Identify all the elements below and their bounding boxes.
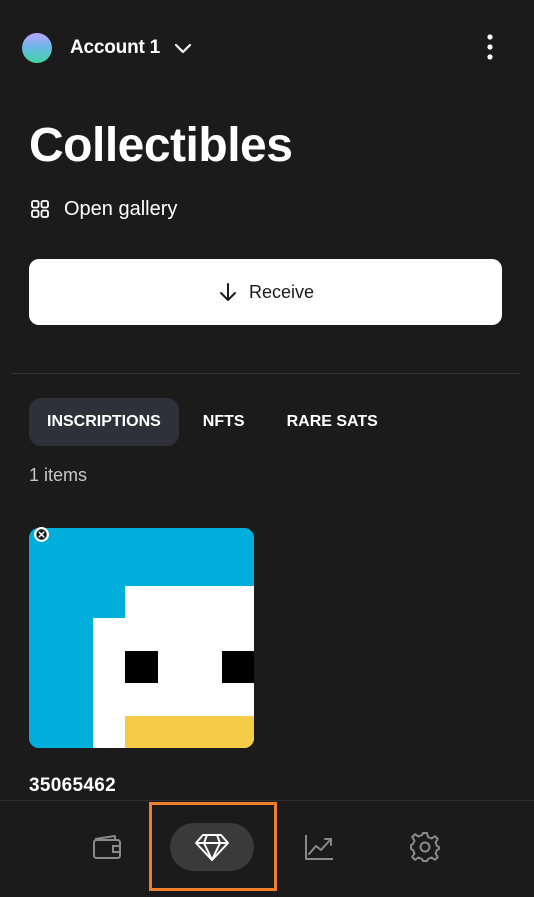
nav-wallet[interactable]: [82, 821, 132, 873]
receive-label: Receive: [248, 281, 315, 302]
nav-stacking[interactable]: [294, 821, 344, 873]
account-selector[interactable]: Account 1: [70, 33, 194, 63]
diamond-icon: [195, 834, 229, 861]
gear-icon: [410, 832, 440, 862]
bottom-nav: [0, 800, 534, 897]
receive-button[interactable]: Receive: [29, 259, 502, 325]
arrow-down-icon: [219, 283, 236, 301]
divider: [12, 373, 520, 374]
close-icon[interactable]: [34, 527, 49, 542]
nav-settings[interactable]: [400, 821, 450, 873]
chart-icon: [305, 835, 333, 860]
more-vertical-icon[interactable]: [476, 30, 504, 64]
collectible-tabs: INSCRIPTIONS NFTS RARE SATS: [29, 398, 384, 446]
inscription-card[interactable]: [29, 528, 254, 748]
inscription-id: 35065462: [29, 775, 116, 796]
pixel-duck-art: [29, 528, 254, 748]
tab-inscriptions[interactable]: INSCRIPTIONS: [29, 398, 179, 446]
open-gallery-label: Open gallery: [64, 197, 178, 220]
open-gallery-link[interactable]: Open gallery: [30, 193, 177, 225]
account-avatar[interactable]: [22, 33, 52, 63]
account-name: Account 1: [70, 37, 161, 58]
wallet-icon: [93, 835, 121, 859]
nav-collectibles[interactable]: [170, 823, 254, 871]
items-count: 1 items: [29, 465, 88, 485]
chevron-down-icon: [174, 43, 192, 54]
header: Account 1: [0, 0, 534, 96]
grid-icon: [31, 200, 49, 218]
page-title: Collectibles: [29, 119, 293, 172]
tab-rare-sats[interactable]: RARE SATS: [269, 398, 384, 446]
tab-nfts[interactable]: NFTS: [179, 398, 269, 446]
